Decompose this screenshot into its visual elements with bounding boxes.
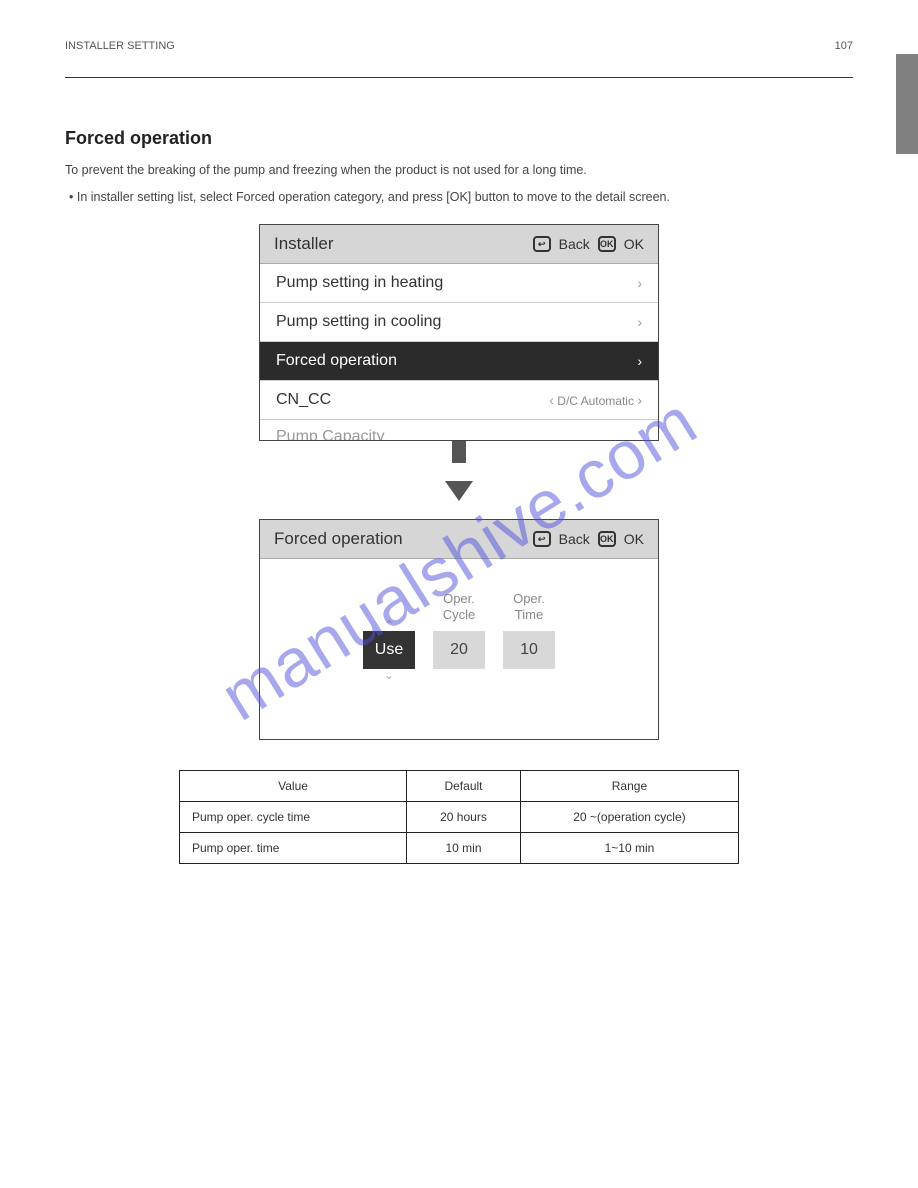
table-cell: Pump oper. time (180, 833, 407, 864)
back-icon[interactable]: ↩ (533, 531, 551, 547)
value-range-table: Value Default Range Pump oper. cycle tim… (179, 770, 739, 864)
ok-icon[interactable]: OK (598, 236, 616, 252)
installer-screen: Installer ↩ Back OK OK Pump setting in h… (259, 224, 659, 441)
section-title: Forced operation (65, 128, 853, 149)
chevron-left-icon[interactable]: ‹ (549, 392, 554, 408)
table-header: Default (407, 771, 521, 802)
ok-label: OK (624, 531, 644, 547)
header-right-page-number: 107 (835, 40, 853, 52)
forced-operation-screen: Forced operation ↩ Back OK OK ⌃ Use ⌄ (259, 519, 659, 740)
menu-item-pump-cooling[interactable]: Pump setting in cooling › (260, 303, 658, 342)
menu-item-pump-capacity[interactable]: Pump Capacity (260, 420, 658, 440)
back-icon[interactable]: ↩ (533, 236, 551, 252)
chevron-right-icon: › (637, 314, 642, 330)
menu-item-cn-cc[interactable]: CN_CC ‹ D/C Automatic › (260, 381, 658, 420)
use-toggle-column: ⌃ Use ⌄ (363, 579, 415, 681)
arrow-down-icon (452, 441, 466, 463)
instruction-bullet: • In installer setting list, select Forc… (69, 190, 853, 204)
use-button[interactable]: Use (363, 631, 415, 669)
menu-item-label: Pump setting in heating (276, 274, 443, 292)
header-left: INSTALLER SETTING (65, 40, 175, 52)
oper-cycle-value[interactable]: 20 (433, 631, 485, 669)
oper-cycle-column: Oper. Cycle 20 (433, 591, 485, 681)
oper-time-column: Oper. Time 10 (503, 591, 555, 681)
menu-item-pump-heating[interactable]: Pump setting in heating › (260, 264, 658, 303)
screen-title-label: Installer (274, 234, 334, 254)
header-rule (65, 77, 853, 78)
menu-item-label: Forced operation (276, 352, 397, 370)
menu-item-label: Pump setting in cooling (276, 313, 441, 331)
table-header: Value (180, 771, 407, 802)
menu-item-forced-operation[interactable]: Forced operation › (260, 342, 658, 381)
col-label: Oper. Time (513, 591, 545, 625)
table-header: Range (520, 771, 738, 802)
ok-label: OK (624, 236, 644, 252)
chevron-right-icon[interactable]: › (637, 392, 642, 408)
table-cell: Pump oper. cycle time (180, 802, 407, 833)
table-cell: 1~10 min (520, 833, 738, 864)
back-label: Back (559, 236, 590, 252)
arrow-down-icon (445, 481, 473, 501)
back-label: Back (559, 531, 590, 547)
oper-time-value[interactable]: 10 (503, 631, 555, 669)
table-cell: 20 ~(operation cycle) (520, 802, 738, 833)
chevron-right-icon: › (637, 275, 642, 291)
chevron-right-icon: › (637, 353, 642, 369)
ok-icon[interactable]: OK (598, 531, 616, 547)
menu-item-value: D/C Automatic (557, 394, 634, 408)
table-cell: 20 hours (407, 802, 521, 833)
chevron-down-icon[interactable]: ⌄ (384, 669, 394, 681)
chevron-up-icon[interactable]: ⌃ (384, 619, 394, 631)
menu-item-label: CN_CC (276, 391, 331, 409)
table-row: Value Default Range (180, 771, 739, 802)
language-tab (896, 54, 918, 154)
table-row: Pump oper. time 10 min 1~10 min (180, 833, 739, 864)
intro-text: To prevent the breaking of the pump and … (65, 161, 853, 180)
screen-title-label: Forced operation (274, 529, 403, 549)
table-row: Pump oper. cycle time 20 hours 20 ~(oper… (180, 802, 739, 833)
table-cell: 10 min (407, 833, 521, 864)
col-label: Oper. Cycle (443, 591, 476, 625)
